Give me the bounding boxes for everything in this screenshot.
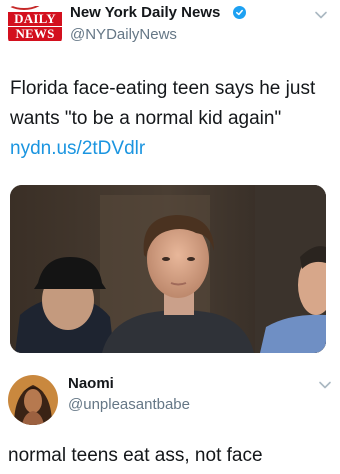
verified-badge-icon — [233, 6, 246, 19]
profile-photo — [8, 375, 58, 425]
author-display-name[interactable]: New York Daily News — [70, 4, 220, 21]
reply-author-display-name[interactable]: Naomi — [68, 375, 114, 392]
tweet-body: Florida face-eating teen says he just wa… — [10, 78, 316, 129]
news-photo — [10, 185, 326, 353]
chevron-down-icon[interactable] — [318, 380, 332, 390]
tweet-link[interactable]: nydn.us/2tDVdlr — [10, 138, 145, 159]
reply-tweet: Naomi @unpleasantbabe normal teens eat a… — [0, 360, 340, 474]
avatar-logo-line-1: DAILY — [8, 12, 62, 26]
avatar-logo-line-2: NEWS — [8, 27, 62, 41]
logo-ring — [8, 6, 44, 10]
tweet-text: Florida face-eating teen says he just wa… — [10, 74, 332, 164]
author-avatar[interactable]: DAILY NEWS — [8, 6, 62, 44]
reply-text: normal teens eat ass, not face — [8, 445, 263, 466]
chevron-down-icon[interactable] — [314, 10, 328, 20]
tweet-media-photo[interactable] — [10, 185, 326, 353]
reply-author-handle[interactable]: @unpleasantbabe — [68, 396, 190, 413]
author-handle[interactable]: @NYDailyNews — [70, 26, 177, 43]
tweet: DAILY NEWS New York Daily News @NYDailyN… — [0, 0, 340, 360]
reply-author-avatar[interactable] — [8, 375, 58, 425]
